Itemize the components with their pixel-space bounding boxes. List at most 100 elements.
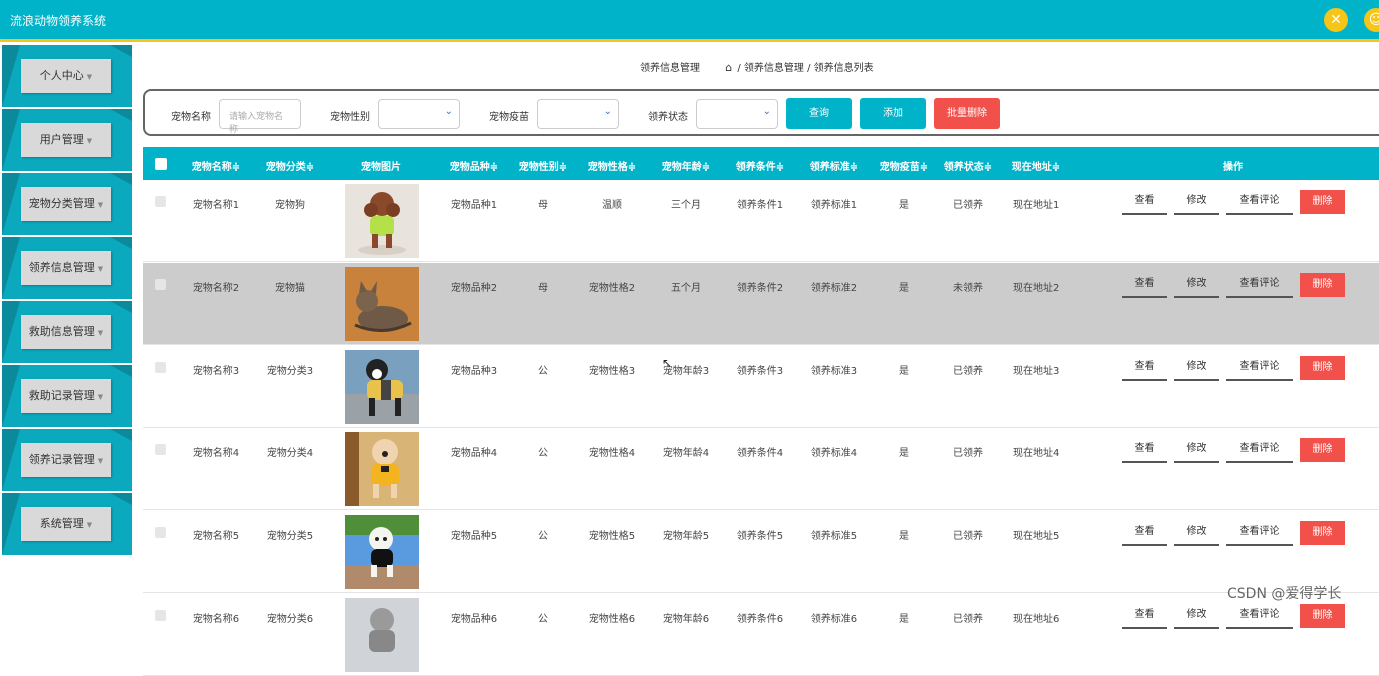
user-avatar-icon[interactable]: ☺ bbox=[1364, 8, 1379, 32]
sidebar-button[interactable]: 宠物分类管理 ▼ bbox=[21, 187, 111, 221]
view-comments-button[interactable]: 查看评论 bbox=[1226, 438, 1293, 463]
cell-pet-category: 宠物狗 bbox=[275, 200, 305, 211]
chevron-down-icon: ▼ bbox=[86, 137, 93, 145]
edit-button[interactable]: 修改 bbox=[1174, 356, 1219, 381]
view-button[interactable]: 查看 bbox=[1122, 604, 1167, 629]
row-checkbox[interactable] bbox=[155, 362, 166, 373]
table-row[interactable]: 宠物名称5 宠物分类5 宠物品种5 公 宠物性格5 宠物年龄5 领养条件5 领养… bbox=[143, 511, 1379, 593]
edit-button[interactable]: 修改 bbox=[1174, 604, 1219, 629]
view-comments-button[interactable]: 查看评论 bbox=[1226, 356, 1293, 381]
sidebar-item-personal-center[interactable]: 个人中心 ▼ bbox=[2, 45, 132, 107]
watermark: CSDN @爱得学长 bbox=[1227, 586, 1342, 602]
cell-adopt-standard: 领养标准4 bbox=[810, 448, 858, 459]
col-adopt-condition[interactable]: 领养条件≑ bbox=[736, 158, 784, 173]
cell-current-address: 现在地址1 bbox=[1013, 200, 1060, 211]
col-pet-personality[interactable]: 宠物性格≑ bbox=[588, 158, 636, 173]
cell-pet-personality: 宠物性格3 bbox=[588, 366, 636, 377]
adoption-status-select[interactable]: ⌄ bbox=[696, 99, 778, 129]
sidebar-button[interactable]: 系统管理 ▼ bbox=[21, 507, 111, 541]
breadcrumb-section: 领养信息管理 bbox=[640, 63, 700, 74]
view-comments-button[interactable]: 查看评论 bbox=[1226, 604, 1293, 629]
row-checkbox[interactable] bbox=[155, 527, 166, 538]
col-current-address[interactable]: 现在地址≑ bbox=[1012, 158, 1060, 173]
delete-button[interactable]: 删除 bbox=[1300, 356, 1345, 380]
edit-button[interactable]: 修改 bbox=[1174, 190, 1219, 215]
edit-button[interactable]: 修改 bbox=[1174, 273, 1219, 298]
fullscreen-icon[interactable]: ✕ bbox=[1324, 8, 1348, 32]
view-comments-button[interactable]: 查看评论 bbox=[1226, 273, 1293, 298]
table-row[interactable]: 宠物名称2 宠物猫 宠物品种2 母 宠物性格2 五个月 领养条件2 领养标准2 … bbox=[143, 263, 1379, 345]
top-bar: 流浪动物领养系统 ✕ ☺ bbox=[0, 0, 1379, 42]
edit-button[interactable]: 修改 bbox=[1174, 438, 1219, 463]
edit-button[interactable]: 修改 bbox=[1174, 521, 1219, 546]
sidebar-button[interactable]: 个人中心 ▼ bbox=[21, 59, 111, 93]
cell-pet-personality: 宠物性格5 bbox=[588, 531, 636, 542]
chevron-down-icon: ▼ bbox=[97, 457, 104, 465]
view-button[interactable]: 查看 bbox=[1122, 356, 1167, 381]
table-row[interactable]: 宠物名称1 宠物狗 宠物品种1 母 温顺 三个月 领养条件1 领养标准1 是 已… bbox=[143, 180, 1379, 262]
cell-pet-name: 宠物名称4 bbox=[192, 448, 240, 459]
sidebar-button[interactable]: 领养记录管理 ▼ bbox=[21, 443, 111, 477]
col-adopt-standard[interactable]: 领养标准≑ bbox=[810, 158, 858, 173]
table-row[interactable]: 宠物名称6 宠物分类6 宠物品种6 公 宠物性格6 宠物年龄6 领养条件6 领养… bbox=[143, 594, 1379, 676]
view-button[interactable]: 查看 bbox=[1122, 438, 1167, 463]
sidebar-button[interactable]: 救助记录管理 ▼ bbox=[21, 379, 111, 413]
sidebar-button[interactable]: 救助信息管理 ▼ bbox=[21, 315, 111, 349]
col-pet-name[interactable]: 宠物名称≑ bbox=[192, 158, 240, 173]
view-button[interactable]: 查看 bbox=[1122, 190, 1167, 215]
delete-button[interactable]: 删除 bbox=[1300, 604, 1345, 628]
sidebar-button[interactable]: 领养信息管理 ▼ bbox=[21, 251, 111, 285]
row-checkbox[interactable] bbox=[155, 444, 166, 455]
cell-pet-vaccine: 是 bbox=[899, 448, 909, 459]
cell-pet-gender: 母 bbox=[538, 283, 548, 294]
sidebar-item-rescue-records[interactable]: 救助记录管理 ▼ bbox=[2, 365, 132, 427]
col-pet-category[interactable]: 宠物分类≑ bbox=[266, 158, 314, 173]
row-checkbox[interactable] bbox=[155, 196, 166, 207]
col-pet-breed[interactable]: 宠物品种≑ bbox=[450, 158, 498, 173]
chevron-down-icon: ▼ bbox=[97, 393, 104, 401]
col-pet-gender[interactable]: 宠物性别≑ bbox=[519, 158, 567, 173]
pet-name-input[interactable]: 请输入宠物名称 bbox=[219, 99, 301, 135]
sidebar-item-adoption-records[interactable]: 领养记录管理 ▼ bbox=[2, 429, 132, 491]
view-button[interactable]: 查看 bbox=[1122, 273, 1167, 298]
cell-pet-breed: 宠物品种1 bbox=[450, 200, 498, 211]
cell-pet-personality: 宠物性格2 bbox=[588, 283, 636, 294]
table-row[interactable]: 宠物名称3 宠物分类3 宠物品种3 公 宠物性格3 宠物年龄3 领养条件3 领养… bbox=[143, 346, 1379, 428]
sidebar-item-system[interactable]: 系统管理 ▼ bbox=[2, 493, 132, 555]
sidebar-item-user-management[interactable]: 用户管理 ▼ bbox=[2, 109, 132, 171]
view-button[interactable]: 查看 bbox=[1122, 521, 1167, 546]
home-icon[interactable]: ⌂ bbox=[725, 61, 732, 74]
chevron-down-icon: ▼ bbox=[97, 265, 104, 273]
table-row[interactable]: 宠物名称4 宠物分类4 宠物品种4 公 宠物性格4 宠物年龄4 领养条件4 领养… bbox=[143, 428, 1379, 510]
view-comments-button[interactable]: 查看评论 bbox=[1226, 190, 1293, 215]
select-all-checkbox[interactable] bbox=[155, 158, 167, 170]
cell-pet-category: 宠物分类4 bbox=[266, 448, 314, 459]
delete-button[interactable]: 删除 bbox=[1300, 273, 1345, 297]
col-pet-vaccine[interactable]: 宠物疫苗≑ bbox=[880, 158, 928, 173]
delete-button[interactable]: 删除 bbox=[1300, 438, 1345, 462]
breadcrumb-path[interactable]: / 领养信息管理 / 领养信息列表 bbox=[737, 63, 873, 74]
view-comments-button[interactable]: 查看评论 bbox=[1226, 521, 1293, 546]
sidebar-item-label: 领养记录管理 bbox=[28, 453, 95, 466]
pet-vaccine-select[interactable]: ⌄ bbox=[537, 99, 619, 129]
sidebar-item-rescue-info[interactable]: 救助信息管理 ▼ bbox=[2, 301, 132, 363]
pet-image-teddy bbox=[345, 432, 419, 506]
row-checkbox[interactable] bbox=[155, 279, 166, 290]
cell-adopt-status: 已领养 bbox=[953, 448, 983, 459]
cell-adopt-standard: 领养标准3 bbox=[810, 366, 858, 377]
delete-button[interactable]: 删除 bbox=[1300, 190, 1345, 214]
app-title: 流浪动物领养系统 bbox=[10, 14, 107, 28]
cell-pet-age: 三个月 bbox=[671, 200, 701, 211]
delete-button[interactable]: 删除 bbox=[1300, 521, 1345, 545]
query-button[interactable]: 查询 bbox=[786, 98, 852, 129]
add-button[interactable]: 添加 bbox=[860, 98, 926, 129]
sidebar-item-adoption-info[interactable]: 领养信息管理 ▼ bbox=[2, 237, 132, 299]
sidebar-button[interactable]: 用户管理 ▼ bbox=[21, 123, 111, 157]
col-pet-age[interactable]: 宠物年龄≑ bbox=[662, 158, 710, 173]
col-adopt-status[interactable]: 领养状态≑ bbox=[944, 158, 992, 173]
batch-delete-button[interactable]: 批量删除 bbox=[934, 98, 1000, 129]
sidebar-item-pet-category[interactable]: 宠物分类管理 ▼ bbox=[2, 173, 132, 235]
cell-pet-personality: 宠物性格6 bbox=[588, 614, 636, 625]
pet-gender-select[interactable]: ⌄ bbox=[378, 99, 460, 129]
cell-adopt-condition: 领养条件2 bbox=[736, 283, 784, 294]
